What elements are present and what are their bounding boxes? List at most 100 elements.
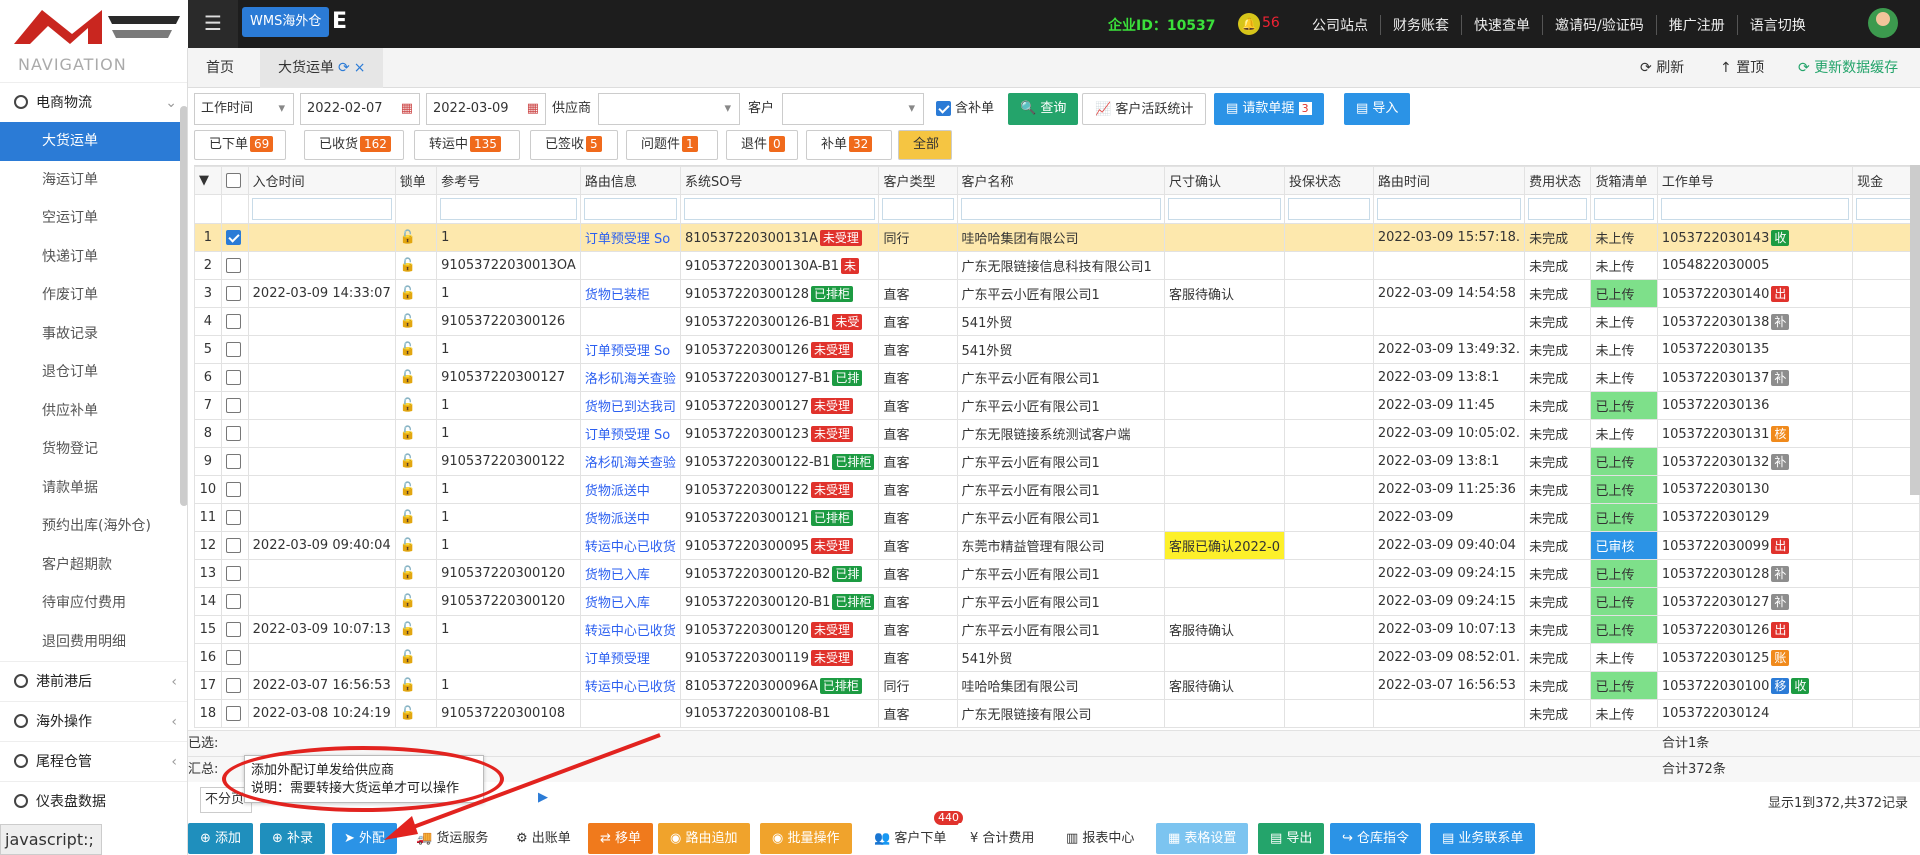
link-promo-register[interactable]: 推广注册 bbox=[1655, 15, 1737, 35]
filter-input[interactable] bbox=[1376, 198, 1522, 220]
filter-cell[interactable] bbox=[956, 194, 1165, 224]
col-route-time[interactable]: 路由时间 bbox=[1372, 166, 1526, 195]
filter-input[interactable] bbox=[1856, 198, 1916, 220]
table-row[interactable]: 9 🔓 910537220300122 洛杉矶海关查验 910537220300122-… bbox=[194, 447, 1920, 476]
date-from-input[interactable]: 2022-02-07 ▦ bbox=[300, 93, 420, 125]
table-row[interactable]: 17 2022-03-07 16:56:53 🔓 1 转运中心已收货 8105372203… bbox=[194, 671, 1920, 700]
row-checkbox[interactable] bbox=[220, 503, 249, 532]
table-row[interactable]: 7 🔓 1 货物已到达我司 910537220300127 未受理 直客 广东平云小匠有限公司… bbox=[194, 391, 1920, 420]
unlock-icon[interactable]: 🔓 bbox=[400, 454, 416, 469]
move-order-button[interactable]: ⇄ 移单 bbox=[588, 823, 654, 854]
checkbox-icon[interactable] bbox=[225, 398, 241, 413]
status-received[interactable]: 已收货 162 bbox=[304, 130, 404, 160]
filter-cell[interactable] bbox=[1524, 194, 1592, 224]
table-row[interactable]: 4 🔓 910537220300126 910537220300126-B1 未受 直客 5… bbox=[194, 307, 1920, 336]
menu-toggle-icon[interactable]: ☰ bbox=[188, 0, 238, 48]
sidebar-group-lastmile[interactable]: 尾程仓管 ‹ bbox=[0, 741, 187, 781]
query-button[interactable]: 🔍 查询 bbox=[1008, 93, 1079, 125]
supplier-select[interactable]: ▾ bbox=[598, 93, 740, 125]
status-all[interactable]: 全部 bbox=[898, 130, 952, 160]
col-insure[interactable]: 投保状态 bbox=[1284, 166, 1374, 195]
unlock-icon[interactable]: 🔓 bbox=[400, 622, 416, 637]
avatar[interactable] bbox=[1868, 8, 1898, 38]
status-in-transit[interactable]: 转运中 135 bbox=[414, 130, 520, 160]
link-language[interactable]: 语言切换 bbox=[1736, 15, 1818, 35]
row-checkbox[interactable] bbox=[220, 335, 249, 364]
unlock-icon[interactable]: 🔓 bbox=[400, 706, 416, 721]
unlock-icon[interactable]: 🔓 bbox=[400, 370, 416, 385]
checkbox-icon[interactable] bbox=[225, 342, 241, 357]
col-lock[interactable]: 锁单 bbox=[394, 166, 438, 195]
unlock-icon[interactable]: 🔓 bbox=[400, 538, 416, 553]
sidebar-group-overseas[interactable]: 海外操作 ‹ bbox=[0, 701, 187, 741]
filter-cell[interactable] bbox=[878, 194, 958, 224]
unlock-icon[interactable]: 🔓 bbox=[400, 510, 416, 525]
filter-input[interactable] bbox=[683, 198, 876, 220]
filter-cell[interactable] bbox=[1284, 194, 1374, 224]
filter-input[interactable] bbox=[440, 198, 577, 220]
row-checkbox[interactable] bbox=[220, 363, 249, 392]
checkbox-icon[interactable] bbox=[225, 173, 241, 188]
sidebar-item-goods-register[interactable]: 货物登记 bbox=[0, 430, 187, 469]
row-checkbox[interactable] bbox=[220, 419, 249, 448]
cell-lock[interactable]: 🔓 bbox=[394, 307, 438, 336]
cell-route[interactable]: 转运中心已收货 bbox=[579, 615, 681, 644]
col-ctype[interactable]: 客户类型 bbox=[878, 166, 958, 195]
cell-lock[interactable]: 🔓 bbox=[394, 503, 438, 532]
import-button[interactable]: ▤ 导入 bbox=[1344, 93, 1411, 125]
sidebar-item-incidents[interactable]: 事故记录 bbox=[0, 315, 187, 354]
checkbox-icon[interactable] bbox=[225, 454, 241, 469]
cell-lock[interactable]: 🔓 bbox=[394, 363, 438, 392]
cell-lock[interactable]: 🔓 bbox=[394, 279, 438, 308]
filter-cell[interactable] bbox=[1656, 194, 1854, 224]
cell-route[interactable] bbox=[579, 699, 681, 728]
table-row[interactable]: 14 🔓 910537220300120 货物已入库 910537220300120-B… bbox=[194, 587, 1920, 616]
sidebar-group-ecommerce[interactable]: 电商物流 ⌄ bbox=[0, 82, 187, 122]
cell-route[interactable]: 订单预受理 bbox=[579, 643, 681, 672]
row-checkbox[interactable] bbox=[220, 447, 249, 476]
bell-icon[interactable]: 🔔 bbox=[1238, 13, 1260, 35]
filter-icon[interactable]: ▼ bbox=[194, 166, 222, 195]
col-size[interactable]: 尺寸确认 bbox=[1163, 166, 1286, 195]
cell-lock[interactable]: 🔓 bbox=[394, 251, 438, 280]
row-checkbox[interactable] bbox=[220, 279, 249, 308]
cell-route[interactable]: 货物派送中 bbox=[579, 503, 681, 532]
col-inbound-time[interactable]: 入仓时间 bbox=[247, 166, 396, 195]
next-page-icon[interactable]: ▶ bbox=[538, 790, 548, 805]
tab-home[interactable]: 首页 bbox=[188, 48, 252, 88]
cell-route[interactable]: 订单预受理 So bbox=[579, 223, 681, 252]
refresh-tab-icon[interactable]: ⟳ bbox=[338, 60, 350, 76]
sidebar-item-pending-payable[interactable]: 待审应付费用 bbox=[0, 584, 187, 623]
pin-top-button[interactable]: ↑ 置顶 bbox=[1720, 48, 1764, 88]
sidebar-item-supplier-supplement[interactable]: 供应补单 bbox=[0, 392, 187, 431]
reports-button[interactable]: ▥ 报表中心 bbox=[1054, 823, 1147, 854]
filter-input[interactable] bbox=[1528, 198, 1588, 220]
cell-lock[interactable]: 🔓 bbox=[394, 615, 438, 644]
unlock-icon[interactable]: 🔓 bbox=[400, 398, 416, 413]
cell-lock[interactable]: 🔓 bbox=[394, 643, 438, 672]
sidebar-item-express-order[interactable]: 快递订单 bbox=[0, 238, 187, 277]
table-row[interactable]: 12 2022-03-09 09:40:04 🔓 1 转运中心已收货 9105372203… bbox=[194, 531, 1920, 560]
table-row[interactable]: 10 🔓 1 货物派送中 910537220300122 未受理 直客 广东平云小匠有限公司1… bbox=[194, 475, 1920, 504]
checkbox-icon[interactable] bbox=[225, 426, 241, 441]
row-checkbox[interactable] bbox=[220, 307, 249, 336]
customer-select[interactable]: ▾ bbox=[782, 93, 924, 125]
col-so[interactable]: 系统SO号 bbox=[679, 166, 880, 195]
checkbox-icon[interactable] bbox=[225, 622, 241, 637]
col-route[interactable]: 路由信息 bbox=[579, 166, 681, 195]
row-checkbox[interactable] bbox=[220, 531, 249, 560]
filter-cell[interactable] bbox=[1372, 194, 1526, 224]
cell-route[interactable]: 货物已装柜 bbox=[579, 279, 681, 308]
route-add-button[interactable]: ◉ 路由追加 bbox=[658, 823, 750, 854]
row-checkbox[interactable] bbox=[220, 251, 249, 280]
cell-lock[interactable]: 🔓 bbox=[394, 587, 438, 616]
filter-input[interactable] bbox=[1594, 198, 1654, 220]
time-type-select[interactable]: 工作时间 ▾ bbox=[194, 93, 294, 125]
table-row[interactable]: 15 2022-03-09 10:07:13 🔓 1 转运中心已收货 9105372203… bbox=[194, 615, 1920, 644]
cell-lock[interactable]: 🔓 bbox=[394, 475, 438, 504]
freight-service-button[interactable]: 🚚 货运服务 bbox=[404, 823, 501, 854]
checkbox-icon[interactable] bbox=[225, 286, 241, 301]
table-row[interactable]: 6 🔓 910537220300127 洛杉矶海关查验 910537220300127-… bbox=[194, 363, 1920, 392]
row-checkbox[interactable] bbox=[220, 699, 249, 728]
include-supplement-checkbox[interactable]: 含补单 bbox=[936, 93, 994, 125]
